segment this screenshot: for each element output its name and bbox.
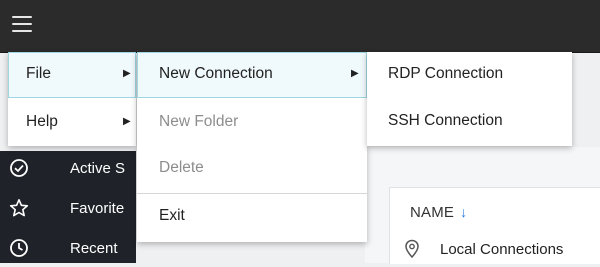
menu-item-help[interactable]: Help ▶	[8, 100, 136, 146]
name-column-header[interactable]: NAME ↓	[410, 204, 467, 221]
content-area: NAME ↓ Local Connections	[365, 147, 600, 264]
menu-item-new-connection[interactable]: New Connection ▶	[137, 52, 367, 98]
arrow-down-icon[interactable]: ↓	[460, 204, 467, 220]
menu-item-label: RDP Connection	[388, 65, 504, 82]
menu-item-exit[interactable]: Exit	[137, 194, 367, 240]
star-icon	[9, 199, 29, 217]
menu-item-label: New Connection	[159, 65, 273, 82]
chevron-right-icon: ▶	[123, 116, 131, 127]
top-bar	[0, 0, 600, 53]
sidebar: Active S Favorite Recent	[0, 151, 136, 263]
connections-table: NAME ↓ Local Connections	[389, 187, 600, 264]
hamburger-icon[interactable]	[12, 16, 32, 32]
sidebar-item-label: Favorite	[70, 200, 125, 217]
menu-item-label: SSH Connection	[388, 112, 503, 129]
new-connection-submenu: RDP Connection SSH Connection	[367, 52, 572, 146]
menu-item-rdp-connection[interactable]: RDP Connection	[367, 52, 572, 98]
file-submenu: New Connection ▶ New Folder Delete Exit	[137, 52, 367, 242]
menu-item-ssh-connection[interactable]: SSH Connection	[367, 99, 572, 145]
sidebar-item-favorites[interactable]: Favorite	[0, 191, 136, 227]
sidebar-item-active-sessions[interactable]: Active S	[0, 151, 136, 187]
menu-item-label: New Folder	[159, 113, 239, 130]
clock-icon	[10, 239, 28, 257]
row-label: Local Connections	[440, 241, 564, 258]
menu-item-file[interactable]: File ▶	[8, 52, 136, 98]
menu-item-new-folder: New Folder	[137, 100, 367, 146]
sidebar-item-recent[interactable]: Recent	[0, 231, 136, 267]
check-circle-icon	[10, 159, 28, 177]
main-menu: File ▶ Help ▶	[8, 52, 136, 146]
sidebar-item-label: Recent	[70, 240, 118, 257]
menu-item-delete: Delete	[137, 146, 367, 192]
menu-item-label: Exit	[159, 207, 185, 224]
menu-item-label: Delete	[159, 159, 204, 176]
menu-item-label: File	[26, 65, 51, 82]
chevron-right-icon: ▶	[351, 68, 359, 79]
column-header-label: NAME	[410, 204, 455, 221]
chevron-right-icon: ▶	[123, 68, 131, 79]
menu-item-label: Help	[26, 113, 58, 130]
sidebar-item-label: Active S	[70, 160, 126, 177]
location-pin-icon	[405, 239, 419, 259]
